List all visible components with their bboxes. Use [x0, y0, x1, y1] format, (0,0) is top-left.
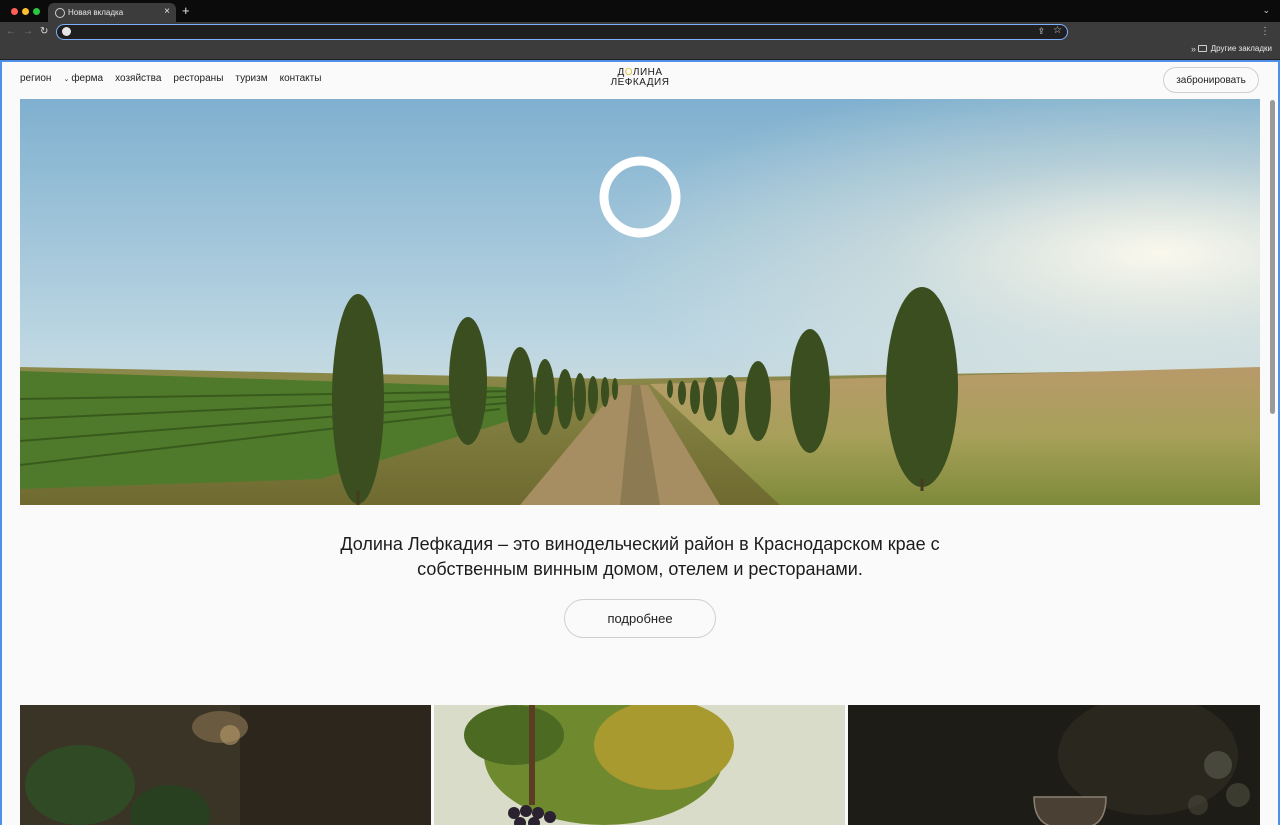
address-bar[interactable]: ⇪ ☆	[56, 24, 1068, 40]
hero-landscape-illustration	[20, 99, 1260, 505]
window-minimize-button[interactable]	[22, 8, 29, 15]
folder-icon	[1197, 45, 1207, 52]
more-button[interactable]: подробнее	[564, 599, 716, 638]
main-nav: регион ⌄ ферма хозяйства рестораны туризм…	[20, 73, 321, 84]
bookmarks-folder-label: Другие закладки	[1210, 44, 1272, 53]
nav-item-farm-label: ферма	[71, 73, 104, 84]
kebab-menu-icon[interactable]: ⋮	[1260, 25, 1270, 39]
google-icon	[62, 27, 71, 36]
book-button[interactable]: забронировать	[1163, 67, 1259, 93]
browser-tab-active[interactable]: Новая вкладка ×	[48, 3, 176, 23]
logo-line-2: ЛЕФКАДИЯ	[610, 77, 670, 88]
forward-arrow-icon[interactable]: →	[23, 25, 33, 39]
close-icon[interactable]: ×	[164, 6, 170, 18]
page-viewport: регион ⌄ ферма хозяйства рестораны туризм…	[0, 60, 1280, 825]
nav-item-farm[interactable]: ⌄ ферма	[63, 73, 103, 84]
feature-card-2-image	[434, 705, 845, 825]
plus-icon[interactable]: +	[182, 4, 190, 18]
site-logo[interactable]: ДОЛИНА ЛЕФКАДИЯ	[602, 68, 678, 88]
tab-title: Новая вкладка	[68, 8, 124, 17]
nav-item-restaurants[interactable]: рестораны	[173, 73, 223, 84]
back-arrow-icon[interactable]: ←	[6, 25, 16, 39]
window-zoom-button[interactable]	[33, 8, 40, 15]
chrome-tab-icon	[55, 8, 65, 18]
intro-text: Долина Лефкадия – это винодельческий рай…	[340, 534, 940, 579]
nav-item-estates[interactable]: хозяйства	[115, 73, 161, 84]
feature-card-1[interactable]	[20, 705, 431, 825]
chevron-down-icon: ⌄	[63, 76, 70, 83]
feature-card-1-image	[20, 705, 431, 825]
star-icon[interactable]: ☆	[1053, 25, 1062, 36]
scrollbar-thumb[interactable]	[1270, 100, 1275, 414]
nav-item-contacts[interactable]: контакты	[280, 73, 322, 84]
feature-cards	[20, 705, 1260, 825]
address-input[interactable]	[75, 25, 1025, 38]
tab-search-chevron-icon[interactable]: ⌄	[1262, 5, 1270, 16]
feature-card-3-image	[848, 705, 1260, 825]
bookmarks-bar: » Другие закладки	[0, 42, 1280, 59]
site-header: регион ⌄ ферма хозяйства рестораны туризм…	[2, 62, 1278, 98]
browser-toolbar: ← → ↻ ⇪ ☆ ⋮	[0, 22, 1280, 42]
chevron-double-right-icon[interactable]: »	[1191, 44, 1196, 54]
window-close-button[interactable]	[11, 8, 18, 15]
hero-image	[20, 99, 1260, 505]
share-icon[interactable]: ⇪	[1037, 26, 1045, 37]
nav-item-tourism[interactable]: туризм	[235, 73, 267, 84]
reload-icon[interactable]: ↻	[40, 25, 48, 39]
bookmarks-folder-other[interactable]: Другие закладки	[1197, 44, 1272, 53]
feature-card-3[interactable]	[848, 705, 1260, 825]
feature-card-2[interactable]	[434, 705, 845, 825]
nav-item-region[interactable]: регион	[20, 73, 51, 84]
browser-tab-strip: Новая вкладка × + ⌄	[0, 0, 1280, 23]
